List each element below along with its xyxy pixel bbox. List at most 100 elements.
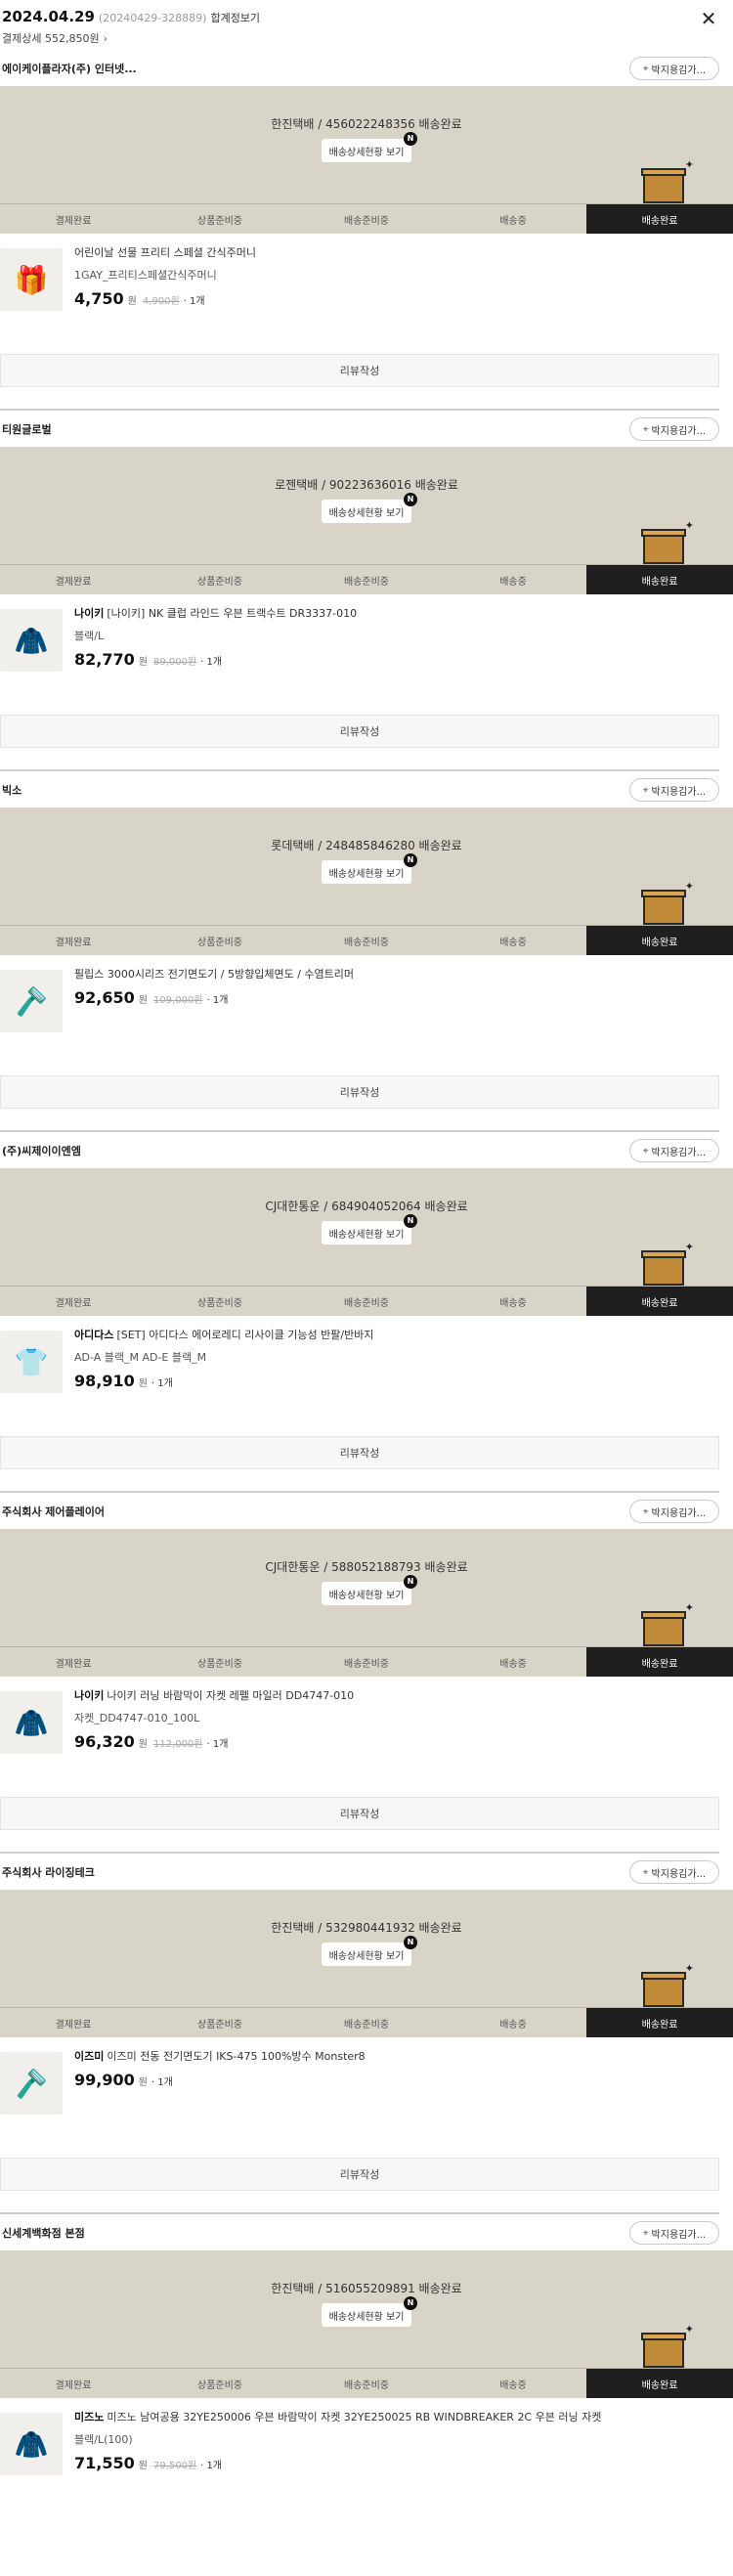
product-price: 92,650 (74, 988, 135, 1007)
seller-name[interactable]: (주)씨제이이엔엠 (2, 1143, 81, 1158)
seller-section: (주)씨제이이엔엠 ⌖ 박지용김가... CJ대한통운 / 6849040520… (0, 1133, 733, 1494)
seller-name[interactable]: 티원글로벌 (2, 421, 52, 437)
sparkle-icon: ✦ (684, 158, 694, 171)
tshirt-icon[interactable]: 👕 (0, 1331, 63, 1393)
combined-info-link[interactable]: 합계정보기 (210, 10, 260, 25)
delivery-detail-button[interactable]: 배송상세현황 보기 N (322, 1575, 417, 1605)
box-lid (641, 890, 686, 897)
product-item[interactable]: 🧥 나이키 [나이키] NK 클럽 라인드 우븐 트랙수트 DR3337-010 … (0, 603, 733, 691)
product-name[interactable]: 어린이날 선물 프리티 스페셜 간식주머니 (74, 244, 256, 260)
location-pin-icon: ⌖ (642, 1145, 649, 1157)
box-name-button[interactable]: ⌖ 박지용김가... (629, 1500, 719, 1523)
new-badge: N (404, 853, 417, 867)
product-name[interactable]: 아디다스 [SET] 아디다스 에어로레디 리사이클 기능성 반팔/반바지 (74, 1327, 373, 1342)
order-date: 2024.04.29 (2, 8, 95, 25)
payment-detail-link[interactable]: 결제상세 552,850원 › (2, 30, 108, 46)
box-lid (641, 1250, 686, 1258)
shaver-icon[interactable]: 🪒 (0, 2052, 63, 2115)
jacket-icon[interactable]: 🧥 (0, 1691, 63, 1754)
box-lid (641, 168, 686, 176)
box-lid (641, 1972, 686, 1980)
section-divider (0, 409, 719, 411)
product-item[interactable]: 🧥 나이키 나이키 러닝 바람막이 자켓 레펠 마일러 DD4747-010 자켓… (0, 1685, 733, 1773)
product-name[interactable]: 미즈노 미즈노 남여공용 32YE250006 우븐 바람막이 자켓 32YE25… (74, 2409, 601, 2424)
box-name-button[interactable]: ⌖ 박지용김가... (629, 1139, 719, 1162)
new-badge: N (404, 1575, 417, 1589)
delivery-detail-label: 배송상세현황 보기 (328, 1229, 405, 1241)
box-body (643, 895, 684, 925)
write-review-button[interactable]: 리뷰작성 (0, 2158, 719, 2191)
windbreaker-icon[interactable]: 🧥 (0, 2413, 63, 2475)
product-item[interactable]: 🪒 필립스 3000시리즈 전기면도기 / 5방향입체면도 / 수염트리머 92… (0, 964, 733, 1052)
delivery-detail-button[interactable]: 배송상세현황 보기 N (322, 1936, 417, 1966)
shaver-icon[interactable]: 🪒 (0, 970, 63, 1032)
seller-name[interactable]: 에이케이플라자(주) 인터넷... (2, 61, 137, 76)
product-name[interactable]: 나이키 나이키 러닝 바람막이 자켓 레펠 마일러 DD4747-010 (74, 1687, 354, 1703)
delivery-steps: 결제완료 상품준비중 배송준비중 배송중 배송완료 (0, 2368, 733, 2398)
original-price: 4,900원 (142, 296, 180, 307)
write-review-button[interactable]: 리뷰작성 (0, 1075, 719, 1109)
box-name-label: 박지용김가... (651, 1147, 707, 1158)
original-price: 79,500원 (152, 2461, 197, 2471)
delivery-detail-button[interactable]: 배송상세현황 보기 N (322, 2296, 417, 2327)
box-lid (641, 2333, 686, 2340)
box-name-button[interactable]: ⌖ 박지용김가... (629, 417, 719, 441)
seller-name[interactable]: 빅소 (2, 782, 22, 798)
product-name[interactable]: 필립스 3000시리즈 전기면도기 / 5방향입체면도 / 수염트리머 (74, 966, 354, 982)
product-price-row: 82,770 원 89,000원 · 1개 (74, 650, 222, 669)
currency-won: 원 (127, 296, 137, 307)
write-review-button[interactable]: 리뷰작성 (0, 715, 719, 748)
delivery-detail-button[interactable]: 배송상세현황 보기 N (322, 493, 417, 523)
delivery-step: 결제완료 (55, 2019, 92, 2030)
new-badge: N (404, 1936, 417, 1949)
location-pin-icon: ⌖ (642, 63, 649, 74)
write-review-button[interactable]: 리뷰작성 (0, 354, 719, 387)
tracking-info: CJ대한통운 / 684904052064 배송완료 (265, 1200, 468, 1213)
box-name-button[interactable]: ⌖ 박지용김가... (629, 2221, 719, 2245)
location-pin-icon: ⌖ (642, 423, 649, 435)
delivery-detail-button[interactable]: 배송상세현황 보기 N (322, 1214, 417, 1244)
product-brand: 아디다스 (74, 1329, 114, 1341)
close-button[interactable]: ✕ (698, 8, 719, 29)
delivery-status-panel: CJ대한통운 / 684904052064 배송완료 배송상세현황 보기 N ✦… (0, 1168, 733, 1316)
delivery-status-panel: CJ대한통운 / 588052188793 배송완료 배송상세현황 보기 N ✦… (0, 1529, 733, 1677)
write-review-button[interactable]: 리뷰작성 (0, 1797, 719, 1830)
delivery-detail-button[interactable]: 배송상세현황 보기 N (322, 853, 417, 884)
order-header: 2024.04.29 (20240429-328889) 합계정보기 결제상세 … (0, 0, 733, 51)
new-badge: N (404, 1214, 417, 1228)
gift-icon[interactable]: 🎁 (0, 248, 63, 311)
delivery-box-icon: ✦ (641, 2323, 694, 2368)
box-name-label: 박지용김가... (651, 425, 707, 437)
tracksuit-icon[interactable]: 🧥 (0, 609, 63, 672)
box-name-button[interactable]: ⌖ 박지용김가... (629, 57, 719, 80)
delivery-detail-button[interactable]: 배송상세현황 보기 N (322, 132, 417, 162)
write-review-button[interactable]: 리뷰작성 (0, 1436, 719, 1469)
seller-name[interactable]: 주식회사 제어플레이어 (2, 1504, 105, 1519)
box-name-button[interactable]: ⌖ 박지용김가... (629, 1860, 719, 1884)
product-title: 나이키 러닝 바람막이 자켓 레펠 마일러 DD4747-010 (107, 1689, 355, 1702)
product-item[interactable]: 🪒 이즈미 이즈미 전동 전기면도기 IKS-475 100%방수 Monster… (0, 2046, 733, 2134)
product-name[interactable]: 나이키 [나이키] NK 클럽 라인드 우븐 트랙수트 DR3337-010 (74, 605, 357, 621)
seller-section: 티원글로벌 ⌖ 박지용김가... 로젠택배 / 90223636016 배송완료… (0, 412, 733, 772)
product-title: [SET] 아디다스 에어로레디 리사이클 기능성 반팔/반바지 (116, 1329, 374, 1341)
product-price: 99,900 (74, 2071, 135, 2089)
seller-name[interactable]: 신세계백화점 본점 (2, 2225, 85, 2241)
product-item[interactable]: 👕 아디다스 [SET] 아디다스 에어로레디 리사이클 기능성 반팔/반바지 A… (0, 1325, 733, 1413)
product-quantity: · 1개 (151, 1378, 173, 1389)
product-item[interactable]: 🎁 어린이날 선물 프리티 스페셜 간식주머니 1GAY_프리티스페셜간식주머니… (0, 242, 733, 330)
product-item[interactable]: 🧥 미즈노 미즈노 남여공용 32YE250006 우븐 바람막이 자켓 32YE… (0, 2407, 733, 2495)
box-body (643, 1617, 684, 1646)
delivery-steps: 결제완료 상품준비중 배송준비중 배송중 배송완료 (0, 1286, 733, 1316)
box-lid (641, 1611, 686, 1619)
tracking-info: 한진택배 / 532980441932 배송완료 (271, 1921, 462, 1935)
seller-name[interactable]: 주식회사 라이징테크 (2, 1864, 95, 1880)
sparkle-icon: ✦ (684, 519, 694, 532)
delivery-step: 상품준비중 (197, 576, 242, 588)
delivery-step: 배송완료 (586, 204, 733, 234)
product-name[interactable]: 이즈미 이즈미 전동 전기면도기 IKS-475 100%방수 Monster8 (74, 2048, 366, 2064)
currency-won: 원 (138, 1378, 148, 1389)
delivery-step: 배송준비중 (344, 1658, 389, 1670)
product-quantity: · 1개 (200, 657, 223, 668)
box-name-button[interactable]: ⌖ 박지용김가... (629, 778, 719, 802)
product-option: 블랙/L(100) (74, 2433, 133, 2446)
